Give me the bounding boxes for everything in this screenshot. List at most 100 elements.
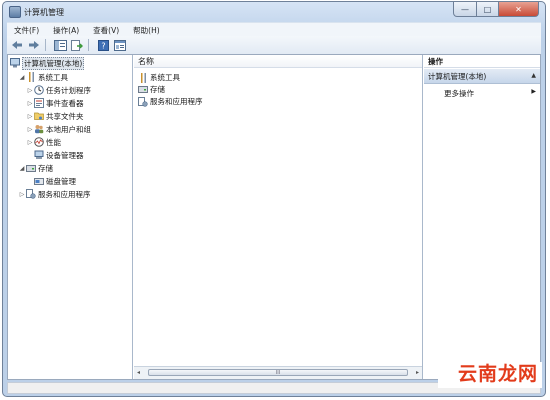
console-tree: 计算机管理(本地) ◢ 系统工具 ▷ 任务计划程序 ▷ 事件查看器 ▷ 共享文件夹 ▷ 本地用户和组… xyxy=(8,55,133,379)
export-list-icon xyxy=(71,39,83,51)
close-icon: ✕ xyxy=(515,4,522,14)
tree-item[interactable]: 磁盘管理 xyxy=(26,175,76,187)
help-button[interactable]: ? xyxy=(96,38,110,52)
list-item-label: 系统工具 xyxy=(150,73,180,82)
device-manager-icon xyxy=(34,150,44,160)
minimize-button[interactable]: — xyxy=(453,2,477,17)
menu-help[interactable]: 帮助(H) xyxy=(126,25,167,36)
scroll-left-icon[interactable]: ◂ xyxy=(137,369,140,376)
menu-file[interactable]: 文件(F) xyxy=(7,25,46,36)
expand-toggle-icon[interactable]: ▷ xyxy=(26,139,34,146)
tree-item[interactable]: ▷ 任务计划程序 xyxy=(26,84,91,96)
properties-icon xyxy=(114,39,126,51)
clock-icon xyxy=(34,85,44,95)
toolbar-separator xyxy=(45,39,46,51)
app-icon xyxy=(9,6,21,18)
expand-toggle-icon[interactable]: ▷ xyxy=(26,100,34,107)
content-area: 计算机管理(本地) ◢ 系统工具 ▷ 任务计划程序 ▷ 事件查看器 ▷ 共享文件夹 ▷ 本地用户和组… xyxy=(7,54,541,380)
list-item-label: 服务和应用程序 xyxy=(150,97,203,106)
tree-item[interactable]: ▷ 服务和应用程序 xyxy=(18,188,91,200)
expand-toggle-icon[interactable]: ▷ xyxy=(26,87,34,94)
list-item-label: 存储 xyxy=(150,85,165,94)
menu-view[interactable]: 查看(V) xyxy=(86,25,126,36)
tree-item[interactable]: 计算机管理(本地) xyxy=(10,56,85,70)
actions-section-computer-management[interactable]: 计算机管理(本地) ▲ xyxy=(424,69,540,84)
tree-item-label: 任务计划程序 xyxy=(46,85,91,95)
maximize-button[interactable]: □ xyxy=(477,2,499,17)
tree-item-label: 磁盘管理 xyxy=(46,176,76,186)
tools-icon xyxy=(26,72,36,82)
name-column-header[interactable]: 名称 xyxy=(134,55,422,68)
tree-item-label: 设备管理器 xyxy=(46,150,84,160)
tree-item-label: 系统工具 xyxy=(38,72,68,82)
submenu-arrow-icon: ▶ xyxy=(531,88,536,95)
services-icon xyxy=(138,96,148,107)
window-title: 计算机管理 xyxy=(24,8,64,17)
tree-item[interactable]: ◢ 存储 xyxy=(18,162,53,174)
tree-item-label: 本地用户和组 xyxy=(46,124,91,134)
scroll-right-icon[interactable]: ▸ xyxy=(416,369,419,376)
scrollbar-grip-icon: III xyxy=(275,369,281,376)
tree-item-label: 计算机管理(本地) xyxy=(22,56,85,70)
tree-item[interactable]: ◢ 系统工具 xyxy=(18,71,68,83)
computer-management-icon xyxy=(10,58,20,68)
toolbar: ? xyxy=(7,36,541,55)
properties-button[interactable] xyxy=(113,38,127,52)
expand-toggle-icon[interactable]: ▷ xyxy=(18,191,26,198)
computer-management-window: 计算机管理 — □ ✕ 文件(F) 操作(A) 查看(V) 帮助(H) ? 计算… xyxy=(2,1,546,397)
forward-button[interactable] xyxy=(27,38,41,52)
name-column-label: 名称 xyxy=(138,56,154,66)
export-list-button[interactable] xyxy=(70,38,84,52)
expand-toggle-icon[interactable]: ◢ xyxy=(18,165,26,172)
services-icon xyxy=(26,189,36,199)
back-arrow-icon xyxy=(12,41,22,49)
tree-item-label: 存储 xyxy=(38,163,53,173)
tools-icon xyxy=(138,72,148,83)
expand-toggle-icon[interactable]: ▷ xyxy=(26,126,34,133)
more-actions-item[interactable]: 更多操作 xyxy=(444,88,474,99)
expand-toggle-icon[interactable]: ◢ xyxy=(18,74,26,81)
disk-icon xyxy=(34,176,44,186)
tree-item[interactable]: ▷ 事件查看器 xyxy=(26,97,84,109)
tree-item-label: 事件查看器 xyxy=(46,98,84,108)
shared-folder-icon xyxy=(34,111,44,121)
show-hide-tree-button[interactable] xyxy=(53,38,67,52)
menu-bar: 文件(F) 操作(A) 查看(V) 帮助(H) xyxy=(7,22,541,37)
users-icon xyxy=(34,124,44,134)
minimize-icon: — xyxy=(461,4,469,14)
collapse-arrow-icon[interactable]: ▲ xyxy=(531,72,536,79)
scrollbar-thumb[interactable]: III xyxy=(148,369,408,376)
list-item[interactable]: 系统工具 xyxy=(138,72,180,83)
window-controls: — □ ✕ xyxy=(453,2,539,19)
tree-item[interactable]: ▷ 性能 xyxy=(26,136,61,148)
back-button[interactable] xyxy=(10,38,24,52)
forward-arrow-icon xyxy=(29,41,39,49)
tree-item[interactable]: 设备管理器 xyxy=(26,149,84,161)
expand-toggle-icon[interactable]: ▷ xyxy=(26,113,34,120)
horizontal-scrollbar[interactable]: ◂ III ▸ xyxy=(134,366,422,379)
svg-text:?: ? xyxy=(101,41,105,50)
tree-item-label: 服务和应用程序 xyxy=(38,189,91,199)
maximize-icon: □ xyxy=(483,4,492,14)
tree-item[interactable]: ▷ 本地用户和组 xyxy=(26,123,91,135)
menu-action[interactable]: 操作(A) xyxy=(46,25,86,36)
show-hide-tree-icon xyxy=(53,39,67,51)
list-item[interactable]: 服务和应用程序 xyxy=(138,96,203,107)
performance-icon xyxy=(34,137,44,147)
tree-item-label: 共享文件夹 xyxy=(46,111,84,121)
actions-section-title: 计算机管理(本地) xyxy=(428,71,487,81)
details-pane: 名称 系统工具 存储 服务和应用程序 ◂ III ▸ xyxy=(134,55,423,379)
help-icon: ? xyxy=(97,39,109,51)
tree-item-label: 性能 xyxy=(46,137,61,147)
actions-header: 操作 xyxy=(424,55,540,68)
actions-pane: 操作 计算机管理(本地) ▲ 更多操作 ▶ xyxy=(424,55,540,379)
toolbar-separator xyxy=(88,39,89,51)
close-button[interactable]: ✕ xyxy=(499,2,539,17)
list-item[interactable]: 存储 xyxy=(138,84,165,95)
storage-icon xyxy=(138,85,148,95)
tree-item[interactable]: ▷ 共享文件夹 xyxy=(26,110,84,122)
storage-icon xyxy=(26,163,36,173)
watermark: 云南龙网 xyxy=(457,363,538,385)
title-bar[interactable]: 计算机管理 — □ ✕ xyxy=(3,2,545,22)
event-log-icon xyxy=(34,98,44,108)
